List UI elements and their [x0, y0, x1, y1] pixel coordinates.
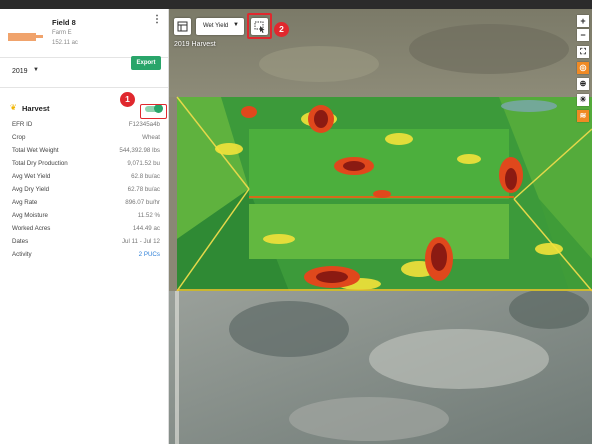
wheat-icon: ❦	[10, 103, 17, 112]
property-row: Avg Moisture 11.52 %	[12, 212, 160, 219]
export-button[interactable]: Export	[131, 56, 161, 70]
property-row: EFR ID F12345a4b	[12, 121, 160, 128]
zoom-out-button[interactable]: −	[577, 29, 589, 41]
map-view[interactable]: Wet Yield ▼ 2 2019 Harvest + − ⛶ ◎ ⊕ ☀ ≋	[169, 9, 592, 444]
more-options-icon[interactable]: ⋮	[152, 15, 162, 25]
harvest-properties: EFR ID F12345a4b Crop Wheat Total Wet Weig…	[0, 119, 169, 262]
globe-icon[interactable]: ⊕	[577, 78, 589, 90]
layer-dropdown-label: Wet Yield	[203, 23, 229, 29]
split-panel-icon	[177, 21, 188, 32]
zoom-in-button[interactable]: +	[577, 15, 589, 27]
layers-icon[interactable]: ≋	[577, 110, 589, 122]
aerial-map-imagery	[169, 9, 592, 444]
field-header[interactable]: Field 8 Farm E 152.11 ac ⋮	[0, 9, 168, 58]
field-shape-thumbnail-tail	[36, 35, 43, 38]
caret-down-icon[interactable]: ▼	[33, 67, 39, 73]
map-layer-caption: 2019 Harvest	[174, 41, 216, 48]
field-farm: Farm E	[52, 30, 72, 36]
property-row: Total Dry Production 9,071.52 bu	[12, 160, 160, 167]
callout-highlight-select-tool	[247, 13, 272, 39]
field-sidebar: Field 8 Farm E 152.11 ac ⋮ 2019 ▼ ❦ Harv…	[0, 9, 169, 444]
property-row: Crop Wheat	[12, 134, 160, 141]
callout-badge-1: 1	[120, 92, 135, 107]
property-row[interactable]: Activity 2 PUCs	[0, 249, 169, 262]
caret-down-icon: ▼	[233, 22, 239, 28]
layout-toggle-button[interactable]	[174, 18, 191, 35]
harvest-title: Harvest	[22, 104, 50, 113]
weather-icon[interactable]: ☀	[577, 94, 589, 106]
locate-icon[interactable]: ◎	[577, 62, 589, 74]
field-name: Field 8	[52, 18, 76, 27]
app-top-bar	[0, 0, 592, 9]
field-shape-thumbnail	[8, 33, 36, 41]
field-area: 152.11 ac	[52, 40, 78, 46]
property-row: Total Wet Weight 544,392.98 lbs	[12, 147, 160, 154]
fullscreen-icon[interactable]: ⛶	[577, 46, 589, 58]
season-dropdown[interactable]: 2019	[12, 68, 28, 75]
property-row: Worked Acres 144.49 ac	[12, 225, 160, 232]
layer-dropdown[interactable]: Wet Yield ▼	[196, 18, 244, 35]
activity-link[interactable]: 2 PUCs	[139, 251, 160, 258]
property-row: Dates Jul 11 - Jul 12	[12, 238, 160, 245]
property-row: Avg Dry Yield 62.78 bu/ac	[12, 186, 160, 193]
callout-badge-2: 2	[274, 22, 289, 37]
property-row: Avg Rate 896.07 bu/hr	[12, 199, 160, 206]
property-row: Avg Wet Yield 62.8 bu/ac	[12, 173, 160, 180]
callout-highlight-toggle	[140, 104, 167, 119]
